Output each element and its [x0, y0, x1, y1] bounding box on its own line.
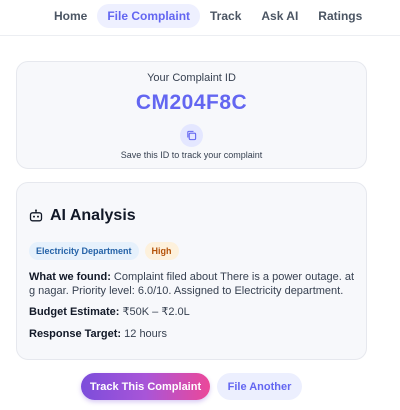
nav-file-complaint[interactable]: File Complaint [97, 4, 201, 28]
complaint-id-card: Your Complaint ID CM204F8C Save this ID … [16, 61, 367, 169]
priority-badge: High [144, 242, 179, 260]
robot-icon [29, 209, 43, 222]
analysis-badges: Electricity Department High [29, 242, 179, 260]
response-label: Response Target: [29, 328, 122, 340]
complaint-id-label: Your Complaint ID [147, 72, 236, 84]
response-value: 12 hours [121, 328, 167, 340]
budget-row: Budget Estimate: ₹50K – ₹2.0L [29, 305, 359, 319]
nav-ratings[interactable]: Ratings [308, 4, 372, 28]
finding-label: What we found: [29, 271, 111, 283]
finding-row: What we found: Complaint filed about The… [29, 270, 359, 298]
complaint-id-value: CM204F8C [135, 91, 248, 114]
budget-value: ₹50K – ₹2.0L [119, 306, 190, 318]
file-another-button[interactable]: File Another [217, 373, 302, 400]
budget-label: Budget Estimate: [29, 306, 120, 318]
nav-bar: Home File Complaint Track Ask AI Ratings [44, 4, 372, 28]
copy-icon [187, 130, 197, 141]
nav-home[interactable]: Home [44, 4, 97, 28]
complaint-id-hint: Save this ID to track your complaint [120, 150, 263, 160]
analysis-title: AI Analysis [50, 207, 136, 224]
nav-track[interactable]: Track [200, 4, 251, 28]
track-complaint-button[interactable]: Track This Complaint [81, 373, 210, 400]
response-row: Response Target: 12 hours [29, 327, 359, 341]
department-badge: Electricity Department [29, 242, 139, 260]
nav-ask-ai[interactable]: Ask AI [251, 4, 308, 28]
copy-id-button[interactable] [180, 124, 203, 147]
top-navigation: Home File Complaint Track Ask AI Ratings [0, 0, 400, 36]
ai-analysis-card: AI Analysis Electricity Department High … [16, 182, 367, 360]
analysis-header: AI Analysis [29, 207, 136, 225]
